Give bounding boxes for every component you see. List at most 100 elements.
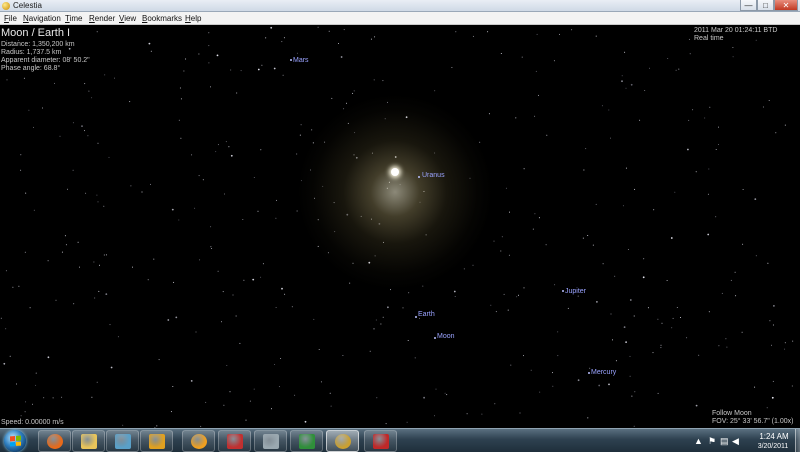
star [454, 296, 456, 297]
space-viewport[interactable]: Moon / Earth I Distance: 1,350,200 km Ra… [0, 26, 800, 428]
star [602, 263, 604, 265]
label-uranus[interactable]: Uranus [422, 172, 445, 180]
show-desktop-button[interactable] [795, 429, 800, 452]
star [657, 392, 659, 394]
simulation-time: 2011 Mar 20 01:24:11 BTD [694, 27, 778, 34]
menu-render[interactable]: Render [89, 12, 115, 25]
taskbar-app-g-button[interactable] [106, 430, 139, 452]
star [610, 313, 612, 315]
maximize-button[interactable]: □ [757, 0, 774, 11]
uranus-marker[interactable] [418, 176, 420, 178]
star [639, 119, 641, 121]
star [742, 243, 744, 245]
minimize-button[interactable]: — [740, 0, 757, 11]
menu-time[interactable]: Time [65, 12, 82, 25]
flag-icon[interactable]: ⚑ [708, 436, 716, 446]
window-title: Celestia [13, 1, 42, 10]
star [571, 29, 573, 31]
star [587, 235, 589, 236]
taskbar-acrobat-button[interactable] [364, 430, 397, 452]
star [735, 295, 737, 297]
menu-bar: File Navigation Time Render View Bookmar… [0, 12, 800, 25]
star [5, 270, 7, 272]
label-mercury[interactable]: Mercury [591, 369, 616, 377]
star [630, 83, 633, 86]
taskbar-celestia-button[interactable] [326, 430, 359, 452]
star [16, 383, 17, 385]
star [534, 213, 536, 215]
star [689, 53, 691, 55]
star [494, 403, 496, 405]
star [236, 92, 238, 94]
star [98, 290, 100, 292]
star [671, 327, 673, 329]
star [596, 301, 598, 303]
star [273, 67, 276, 70]
star [280, 358, 282, 359]
moon-marker[interactable] [434, 337, 436, 339]
taskbar-excel-button[interactable] [290, 430, 323, 452]
star [754, 198, 757, 201]
sun[interactable] [391, 168, 399, 176]
star [369, 350, 371, 352]
star [300, 124, 302, 126]
star [150, 183, 151, 185]
earth-marker[interactable] [415, 316, 417, 318]
star [649, 67, 650, 69]
star [408, 292, 410, 294]
star [329, 392, 331, 394]
mars-marker[interactable] [290, 59, 292, 61]
taskbar-control-panel-button[interactable] [254, 430, 287, 452]
star [414, 357, 416, 359]
star [503, 293, 505, 295]
clock-time[interactable]: 1:24 AM [756, 432, 792, 441]
follow-mode: Follow Moon [712, 410, 752, 417]
taskbar-firefox-button[interactable] [38, 430, 71, 452]
app-icon [114, 433, 131, 449]
star [180, 98, 182, 100]
taskbar-pdf-button[interactable] [218, 430, 251, 452]
taskbar-explorer-button[interactable] [72, 430, 105, 452]
menu-file[interactable]: File [4, 12, 17, 25]
star [444, 392, 446, 394]
star [211, 248, 213, 249]
star [130, 185, 132, 187]
label-mars[interactable]: Mars [293, 57, 309, 65]
mercury-marker[interactable] [588, 372, 590, 374]
star [210, 86, 211, 88]
star [621, 75, 623, 77]
star [88, 90, 90, 92]
menu-view[interactable]: View [119, 12, 136, 25]
star [311, 129, 313, 131]
star [762, 106, 764, 108]
star [235, 315, 237, 317]
network-icon[interactable]: ▤ [720, 436, 729, 446]
star [9, 355, 11, 357]
star [709, 106, 711, 108]
close-button[interactable]: ✕ [774, 0, 798, 11]
star [296, 52, 298, 54]
start-button[interactable] [4, 430, 26, 452]
volume-icon[interactable]: ◀ [732, 436, 739, 446]
menu-help[interactable]: Help [185, 12, 201, 25]
star [553, 60, 555, 62]
label-jupiter[interactable]: Jupiter [565, 288, 586, 296]
menu-navigation[interactable]: Navigation [23, 12, 61, 25]
menu-bookmarks[interactable]: Bookmarks [142, 12, 182, 25]
label-moon[interactable]: Moon [437, 333, 455, 341]
star [370, 38, 372, 40]
star [205, 401, 207, 403]
star [278, 386, 280, 388]
star [320, 381, 322, 383]
star [666, 280, 668, 281]
star [318, 349, 320, 350]
taskbar-media-button[interactable] [140, 430, 173, 452]
star [343, 29, 345, 31]
label-earth[interactable]: Earth [418, 311, 435, 319]
jupiter-marker[interactable] [562, 290, 564, 292]
clock-date[interactable]: 3/20/2011 [752, 442, 794, 451]
taskbar-orange-ball-button[interactable] [182, 430, 215, 452]
tray-expand-icon[interactable]: ▲ [694, 436, 703, 446]
star [660, 347, 662, 349]
star [734, 271, 736, 273]
